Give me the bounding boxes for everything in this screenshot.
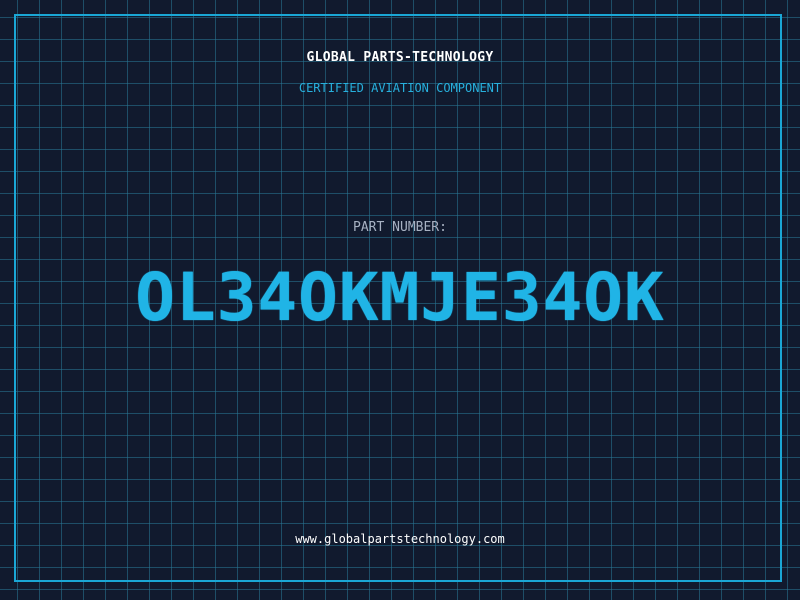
company-name: GLOBAL PARTS-TECHNOLOGY [306, 50, 494, 65]
website-url: www.globalpartstechnology.com [295, 532, 505, 546]
part-number-value: OL34OKMJE34OK [135, 259, 665, 336]
label-card: GLOBAL PARTS-TECHNOLOGY CERTIFIED AVIATI… [0, 0, 800, 600]
part-number-label: PART NUMBER: [353, 220, 447, 235]
certification-subtitle: CERTIFIED AVIATION COMPONENT [298, 81, 502, 95]
